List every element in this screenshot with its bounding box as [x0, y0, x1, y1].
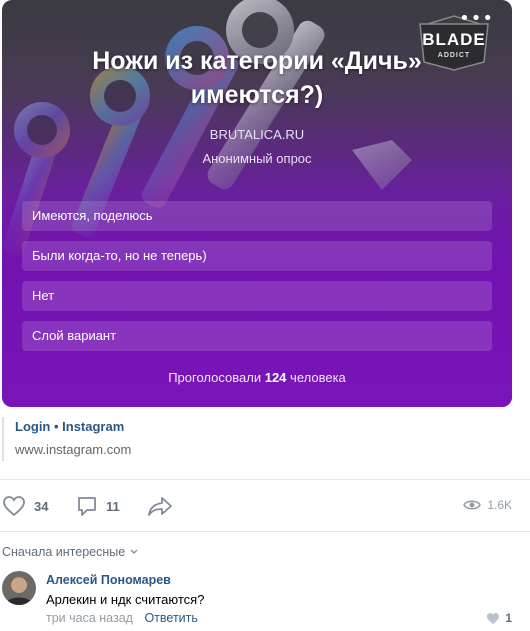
eye-icon	[463, 500, 482, 510]
comment-item: Алексей Пономарев Арлекин и ндк считаютс…	[0, 571, 530, 631]
poll-type: Анонимный опрос	[202, 151, 312, 166]
avatar-image	[2, 571, 36, 605]
heart-icon	[3, 496, 25, 517]
view-count: 1.6K	[487, 498, 512, 512]
votes-number: 124	[264, 370, 287, 385]
comment-count: 11	[106, 498, 120, 514]
post-actions-bar: 34 11 1.6K	[0, 488, 530, 524]
comment-like-count: 1	[505, 611, 512, 625]
link-title[interactable]: Login • Instagram	[15, 418, 131, 436]
chevron-down-icon	[130, 549, 138, 554]
avatar[interactable]	[2, 571, 36, 605]
comment-button[interactable]: 11	[76, 494, 120, 518]
share-arrow-icon	[148, 497, 172, 516]
poll-option[interactable]: Имеются, поделюсь	[22, 201, 492, 231]
votes-suffix: человека	[290, 370, 346, 385]
comment-meta: три часа назад Ответить	[46, 611, 198, 625]
poll-option[interactable]: Нет	[22, 281, 492, 311]
poll-option[interactable]: Были когда-то, но не теперь)	[22, 241, 492, 271]
link-url[interactable]: www.instagram.com	[15, 441, 131, 459]
view-counter: 1.6K	[463, 498, 512, 512]
more-dots-icon[interactable]: •••	[459, 10, 494, 28]
poll-option[interactable]: Слой вариант	[22, 321, 492, 351]
comment-icon	[78, 497, 96, 516]
sort-label: Сначала интересные	[2, 545, 126, 559]
poll-source: BRUTALICA.RU	[209, 127, 305, 142]
poll-options: Имеются, поделюсь Были когда-то, но не т…	[22, 201, 492, 361]
divider	[0, 531, 530, 532]
like-button[interactable]: 34	[2, 494, 48, 518]
heart-icon	[487, 612, 500, 624]
comment-text: Арлекин и ндк считаются?	[46, 592, 205, 607]
link-attachment[interactable]: Login • Instagram www.instagram.com	[2, 417, 131, 461]
votes-prefix: Проголосовали	[168, 370, 262, 385]
divider	[0, 479, 530, 480]
poll-title: Ножи из категории «Дичь» имеются?)	[92, 47, 422, 109]
share-button[interactable]	[147, 494, 173, 518]
poll-vote-count: Проголосовали 124 человека	[2, 370, 512, 385]
comment-time[interactable]: три часа назад	[46, 611, 133, 625]
comment-like-button[interactable]: 1	[486, 611, 512, 625]
comment-author[interactable]: Алексей Пономарев	[46, 573, 171, 587]
poll-card: BLADE ADDICT ••• Ножи из категории «Дичь…	[2, 0, 512, 407]
reply-link[interactable]: Ответить	[144, 611, 197, 625]
comments-sort-toggle[interactable]: Сначала интересные	[2, 545, 139, 559]
like-count: 34	[34, 498, 49, 514]
